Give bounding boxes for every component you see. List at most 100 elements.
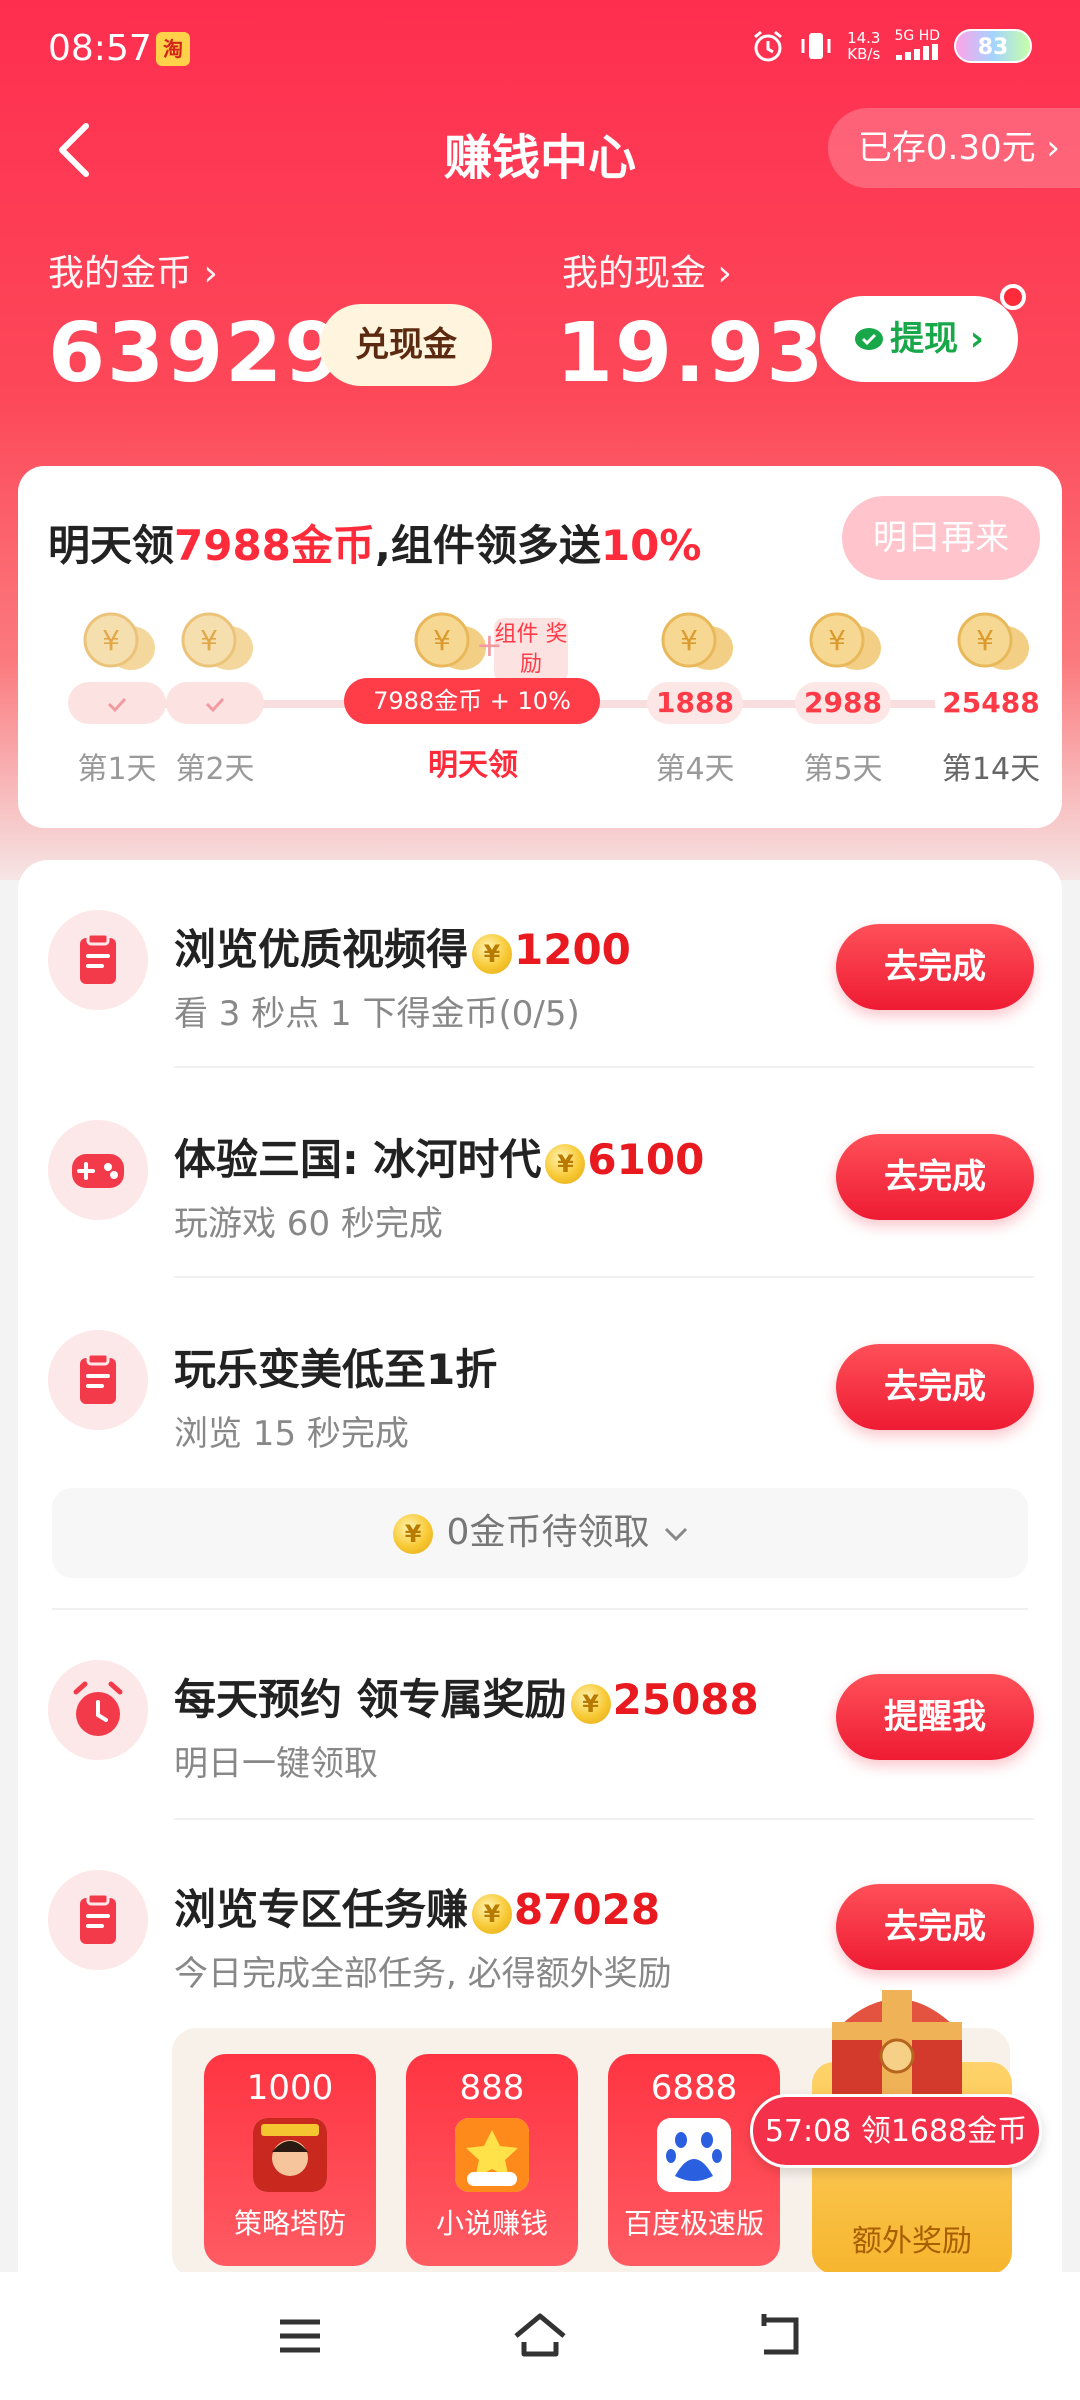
signal-icon [896,44,938,60]
coin-stack-icon: ¥ [181,612,253,670]
sign-in-headline: 明天领7988金币,组件领多送10% [48,521,702,570]
clipboard-icon [48,1870,148,1970]
task-subtitle: 看 3 秒点 1 下得金币(0/5) [174,994,580,1034]
task-subtitle: 明日一键领取 [174,1744,378,1784]
task-item: 每天预约 领专属奖励 ¥25088 明日一键领取 提醒我 [18,1610,1062,1820]
status-icons: 14.3 KB/s 5G HD 83 [751,28,1032,64]
alarm-icon [754,30,783,62]
check-icon [205,697,225,713]
svg-text:¥: ¥ [102,624,120,657]
checked-pill [166,682,264,724]
mini-card-reward: 888 [459,2068,525,2108]
pending-coins-text: 0金币待领取 [446,1512,650,1553]
mini-card-name: 小说赚钱 [435,2207,548,2240]
day-label: 第4天 [655,752,735,787]
sign-day-14: ¥ 25488 第14天 [916,608,1066,788]
task-title: 浏览专区任务赚 ¥87028 [174,1885,661,1934]
redeem-cash-button[interactable]: 兑现金 [320,304,492,386]
mini-card-name: 策略塔防 [233,2207,346,2240]
mini-task-card[interactable]: 1000 策略塔防 [204,2054,376,2266]
task-title: 体验三国: 冰河时代 ¥6100 [174,1135,705,1184]
go-complete-button[interactable]: 去完成 [836,1344,1034,1430]
coin-stack-icon: ¥ [809,612,881,670]
my-coins-link[interactable]: 我的金币 › [48,244,218,296]
coin-stack-icon: ¥ [957,612,1029,670]
task-subtitle: 浏览 15 秒完成 [174,1414,409,1454]
coin-icon: ¥ [472,934,513,974]
task-subtitle: 今日完成全部任务, 必得额外奖励 [174,1954,672,1994]
remind-me-button[interactable]: 提醒我 [836,1674,1034,1760]
day-label: 第14天 [941,752,1041,787]
day-label: 第2天 [175,752,255,787]
withdraw-button[interactable]: 提现 › [820,296,1018,382]
status-bar: 08:57 淘 14.3 KB/s 5G HD 83 [0,0,1080,100]
system-navigation-bar [0,2272,1080,2400]
sign-day-2: ¥ 第2天 [140,608,290,788]
tomorrow-reward-pill: 7988金币 + 10% [344,678,600,724]
battery-indicator: 83 [954,29,1032,63]
plus-sign: + [476,626,503,664]
notification-app-icon: 淘 [156,32,190,66]
task-title: 每天预约 领专属奖励 ¥25088 [174,1675,759,1724]
back-icon[interactable] [750,2306,810,2366]
widget-bonus-tag: 组件 奖励 [494,618,568,682]
go-complete-button[interactable]: 去完成 [836,1884,1034,1970]
svg-text:¥: ¥ [828,624,846,657]
sign-day-4: ¥ 1888 第4天 [620,608,770,788]
countdown-reward-pill[interactable]: 57:08 领1688金币 [750,2094,1042,2168]
reward-pill: 1888 [647,682,743,724]
sign-in-card: 明天领7988金币,组件领多送10% 明日再来 ¥ 第1天 ¥ 第2天 ¥ 组件… [18,466,1062,828]
status-time: 08:57 [48,28,152,69]
gamepad-icon [48,1120,148,1220]
chevron-down-icon [664,1527,687,1542]
menu-icon[interactable] [270,2306,330,2366]
home-icon[interactable] [510,2306,570,2366]
task-subtitle: 玩游戏 60 秒完成 [174,1204,443,1244]
net-speed: 14.3 KB/s [847,29,881,63]
wechat-icon [855,328,884,350]
come-back-tomorrow-button[interactable]: 明日再来 [842,496,1040,580]
day-label-tomorrow: 明天领 [428,748,518,783]
baidu-paw-icon [657,2118,731,2192]
go-complete-button[interactable]: 去完成 [836,1134,1034,1220]
task-title: 玩乐变美低至1折 [174,1345,498,1394]
reward-pill: 2988 [795,682,891,724]
task-title: 浏览优质视频得 ¥1200 [174,925,631,974]
coin-icon: ¥ [545,1144,586,1184]
svg-text:¥: ¥ [433,624,451,657]
check-icon [107,697,127,713]
notification-dot [1000,284,1026,310]
coin-icon: ¥ [570,1684,611,1724]
mini-card-reward: 6888 [650,2068,738,2108]
divider [174,1066,1034,1068]
clipboard-icon [48,1330,148,1430]
pending-coins-toggle[interactable]: ¥ 0金币待领取 [52,1488,1028,1578]
task-item: 浏览优质视频得 ¥1200 看 3 秒点 1 下得金币(0/5) 去完成 [18,860,1062,1070]
task-item: 体验三国: 冰河时代 ¥6100 玩游戏 60 秒完成 去完成 [18,1070,1062,1280]
network-indicator: 5G HD [894,28,940,64]
mini-task-card[interactable]: 6888 百度极速版 [608,2054,780,2266]
reward-pill: 25488 [935,682,1047,724]
my-cash-link[interactable]: 我的现金 › [562,244,732,296]
svg-text:¥: ¥ [976,624,994,657]
mini-task-card[interactable]: 888 小说赚钱 [406,2054,578,2266]
mini-card-reward: 1000 [246,2068,334,2108]
alarm-clock-icon [48,1660,148,1760]
saved-amount-text: 已存0.30元 [857,128,1036,168]
mini-card-name: 百度极速版 [623,2207,764,2240]
svg-text:¥: ¥ [200,624,218,657]
coin-icon: ¥ [393,1514,434,1554]
clipboard-icon [48,910,148,1010]
divider [174,1276,1034,1278]
saved-amount-link[interactable]: 已存0.30元 › [827,108,1080,188]
svg-text:¥: ¥ [680,624,698,657]
extra-reward-label: 额外奖励 [852,2224,972,2259]
coins-balance: 63929 [48,306,344,401]
cash-balance: 19.93 [556,306,826,401]
coin-stack-icon: ¥ [661,612,733,670]
vibrate-icon [801,33,831,59]
game-logo-icon [253,2118,327,2192]
go-complete-button[interactable]: 去完成 [836,924,1034,1010]
novel-app-icon [455,2118,529,2192]
day-label: 第5天 [803,752,883,787]
